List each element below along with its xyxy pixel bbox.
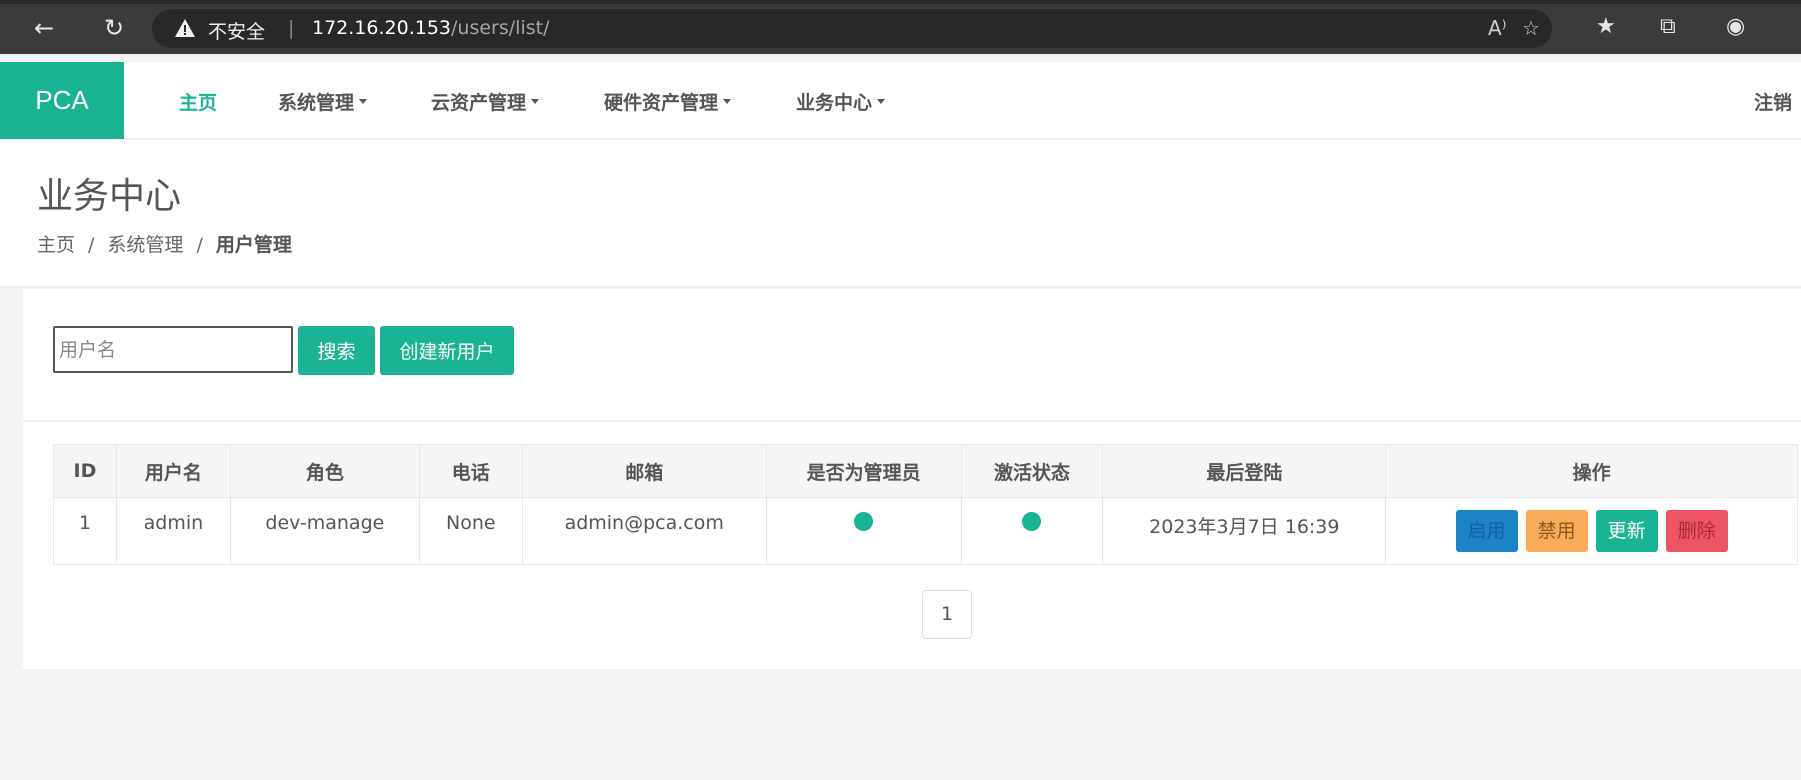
url-text: 172.16.20.153/users/list/ xyxy=(312,17,549,39)
read-aloud-icon[interactable]: A⁾ xyxy=(1488,16,1507,40)
browser-toolbar: ← ↻ 不安全 | 172.16.20.153/users/list/ A⁾ ☆… xyxy=(0,0,1801,54)
cell-active xyxy=(960,497,1104,565)
col-header-is-admin: 是否为管理员 xyxy=(765,444,962,498)
cell-role: dev-manage xyxy=(229,497,420,565)
breadcrumb-current: 用户管理 xyxy=(215,234,292,256)
brand-logo[interactable]: PCA xyxy=(0,62,124,139)
nav-cloud-assets[interactable]: 云资产管理 xyxy=(431,88,540,115)
cell-id: 1 xyxy=(53,497,117,565)
nav-label: 硬件资产管理 xyxy=(604,92,719,114)
nav-home[interactable]: 主页 xyxy=(179,88,217,115)
breadcrumb-home[interactable]: 主页 xyxy=(37,234,75,256)
nav-label: 业务中心 xyxy=(796,92,873,114)
username-search-input[interactable] xyxy=(53,326,293,373)
pagination-page-1[interactable]: 1 xyxy=(922,590,972,639)
cell-username: admin xyxy=(115,497,231,565)
reload-icon[interactable]: ↻ xyxy=(98,12,130,44)
col-header-id: ID xyxy=(53,444,117,498)
admin-status-dot xyxy=(854,512,874,531)
create-user-button[interactable]: 创建新用户 xyxy=(380,326,514,375)
col-header-email: 邮箱 xyxy=(521,444,767,498)
page-title: 业务中心 xyxy=(37,176,182,217)
cell-actions: 启用 禁用 更新 删除 xyxy=(1385,497,1798,565)
search-panel: 搜索 创建新用户 xyxy=(23,289,1801,421)
caret-down-icon xyxy=(531,99,540,104)
delete-button[interactable]: 删除 xyxy=(1665,510,1728,552)
warning-icon[interactable] xyxy=(174,18,196,38)
breadcrumb-system[interactable]: 系统管理 xyxy=(107,234,183,256)
col-header-phone: 电话 xyxy=(418,444,523,498)
table-header-row: ID 用户名 角色 电话 邮箱 是否为管理员 激活状态 最后登陆 操作 xyxy=(53,444,1798,498)
col-header-role: 角色 xyxy=(229,444,420,498)
caret-down-icon xyxy=(723,99,732,104)
caret-down-icon xyxy=(359,99,368,104)
col-header-last-login: 最后登陆 xyxy=(1102,444,1387,498)
nav-business-center[interactable]: 业务中心 xyxy=(796,88,886,115)
breadcrumb-separator: / xyxy=(196,234,203,256)
disable-button[interactable]: 禁用 xyxy=(1525,510,1588,552)
col-header-username: 用户名 xyxy=(115,444,231,498)
breadcrumb: 主页 / 系统管理 / 用户管理 xyxy=(37,230,292,257)
add-favorite-icon[interactable]: ☆ xyxy=(1522,16,1540,40)
cell-last-login: 2023年3月7日 16:39 xyxy=(1102,497,1387,565)
nav-hardware-assets[interactable]: 硬件资产管理 xyxy=(604,88,732,115)
col-header-active: 激活状态 xyxy=(960,444,1104,498)
update-button[interactable]: 更新 xyxy=(1595,510,1658,552)
back-arrow-icon[interactable]: ← xyxy=(28,12,60,44)
security-label: 不安全 xyxy=(208,21,266,43)
user-list-panel: ID 用户名 角色 电话 邮箱 是否为管理员 激活状态 最后登陆 操作 1 ad… xyxy=(23,422,1801,669)
cell-phone: None xyxy=(418,497,523,565)
address-bar[interactable]: 不安全 | 172.16.20.153/users/list/ A⁾ ☆ xyxy=(152,9,1552,48)
enable-button[interactable]: 启用 xyxy=(1455,510,1518,552)
collections-icon[interactable]: ⧉ xyxy=(1660,14,1676,39)
page-heading: 业务中心 主页 / 系统管理 / 用户管理 xyxy=(0,140,1801,287)
nav-system-management[interactable]: 系统管理 xyxy=(278,88,368,115)
top-navbar: PCA 主页 系统管理 云资产管理 硬件资产管理 业务中心 注销 xyxy=(0,62,1801,139)
tab-strip-edge xyxy=(0,0,1801,4)
breadcrumb-separator: / xyxy=(88,234,95,256)
url-path: /users/list/ xyxy=(451,17,550,39)
table-row: 1 admin dev-manage None admin@pca.com 20… xyxy=(53,497,1798,565)
user-table: ID 用户名 角色 电话 邮箱 是否为管理员 激活状态 最后登陆 操作 1 ad… xyxy=(53,444,1798,565)
address-separator: | xyxy=(288,17,295,39)
caret-down-icon xyxy=(877,99,886,104)
cell-is-admin xyxy=(765,497,962,565)
favorites-icon[interactable]: ★ xyxy=(1596,14,1616,39)
col-header-actions: 操作 xyxy=(1385,444,1798,498)
active-status-dot xyxy=(1022,512,1042,531)
edge-icon[interactable]: ◉ xyxy=(1726,14,1745,39)
search-button[interactable]: 搜索 xyxy=(298,326,375,375)
cell-email: admin@pca.com xyxy=(521,497,767,565)
url-host: 172.16.20.153 xyxy=(312,17,452,39)
nav-label: 云资产管理 xyxy=(431,92,527,114)
nav-label: 系统管理 xyxy=(278,92,355,114)
logout-link[interactable]: 注销 xyxy=(1754,88,1792,115)
